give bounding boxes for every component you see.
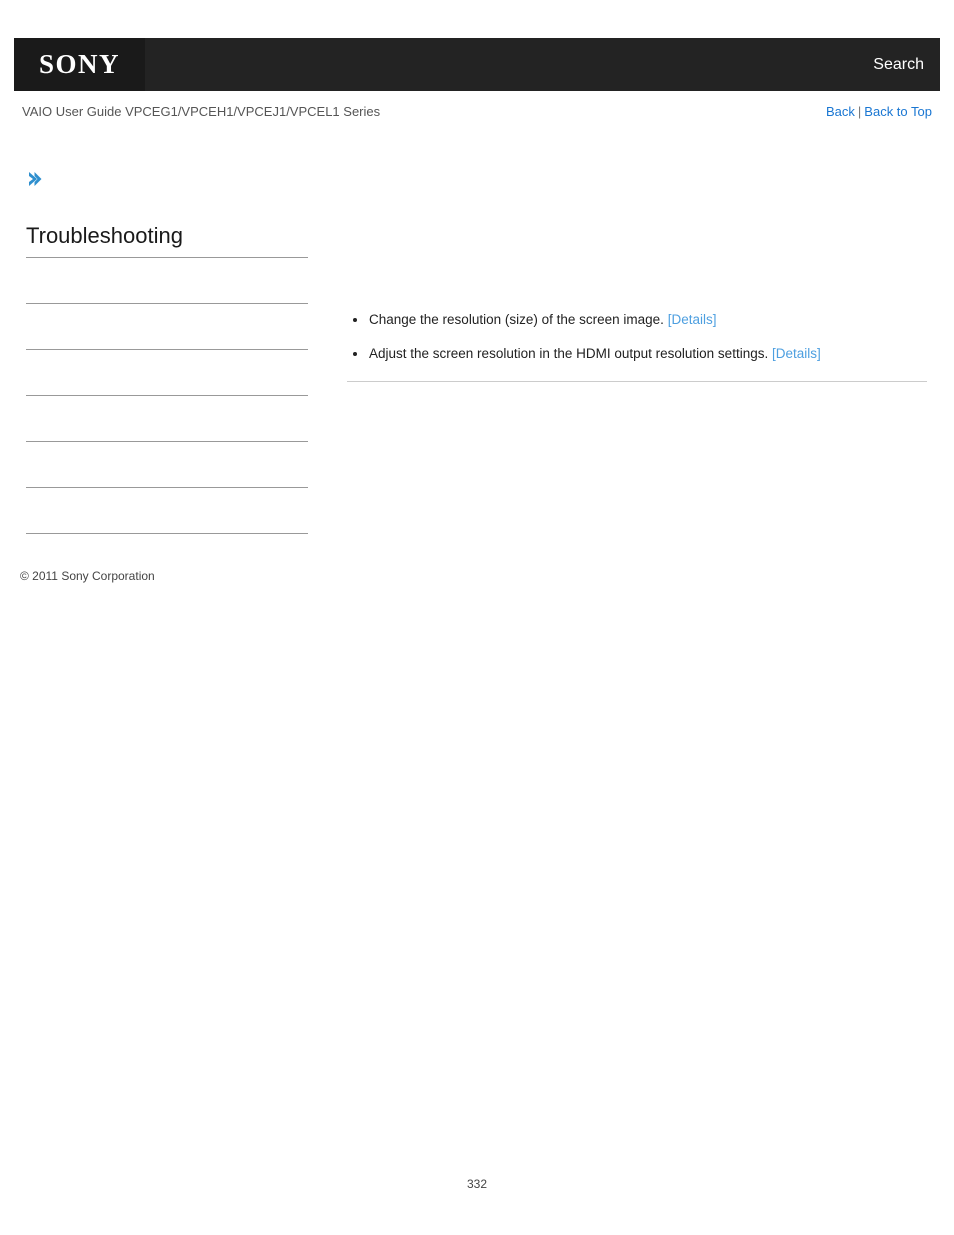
sidebar-item-3[interactable] xyxy=(26,350,308,397)
header-nav-links: Back | Back to Top xyxy=(826,104,932,119)
bullet-text: Change the resolution (size) of the scre… xyxy=(369,312,664,327)
page-number: 332 xyxy=(466,1177,488,1191)
guide-title: VAIO User Guide VPCEG1/VPCEH1/VPCEJ1/VPC… xyxy=(22,103,381,119)
sidebar-item-6[interactable] xyxy=(26,488,308,535)
main-content: Change the resolution (size) of the scre… xyxy=(347,310,927,390)
back-to-top-link[interactable]: Back to Top xyxy=(864,104,932,119)
subheader: VAIO User Guide VPCEG1/VPCEH1/VPCEJ1/VPC… xyxy=(22,101,932,121)
page-title: Troubleshooting xyxy=(26,223,308,259)
site-header: SONY Search xyxy=(14,38,940,91)
details-link[interactable]: [Details] xyxy=(772,346,821,361)
nav-separator: | xyxy=(857,103,862,119)
sidebar-item-4[interactable] xyxy=(26,396,308,443)
chevron-right-icon[interactable] xyxy=(26,170,44,188)
back-link[interactable]: Back xyxy=(826,104,855,119)
sony-logo[interactable]: SONY xyxy=(14,38,145,91)
sony-logo-text: SONY xyxy=(38,49,120,79)
sidebar-item-1[interactable] xyxy=(26,258,308,305)
search-link[interactable]: Search xyxy=(873,56,924,74)
list-item: Change the resolution (size) of the scre… xyxy=(347,310,927,330)
details-link[interactable]: [Details] xyxy=(668,312,717,327)
sidebar: Troubleshooting xyxy=(26,170,308,535)
solution-bullet-list: Change the resolution (size) of the scre… xyxy=(347,310,927,363)
list-item: Adjust the screen resolution in the HDMI… xyxy=(347,344,927,364)
sidebar-item-2[interactable] xyxy=(26,304,308,351)
bullet-text: Adjust the screen resolution in the HDMI… xyxy=(369,345,769,361)
copyright-notice: © 2011 Sony Corporation xyxy=(20,569,155,583)
content-divider xyxy=(347,381,927,383)
sidebar-nav-list xyxy=(26,258,308,535)
sidebar-item-5[interactable] xyxy=(26,442,308,489)
